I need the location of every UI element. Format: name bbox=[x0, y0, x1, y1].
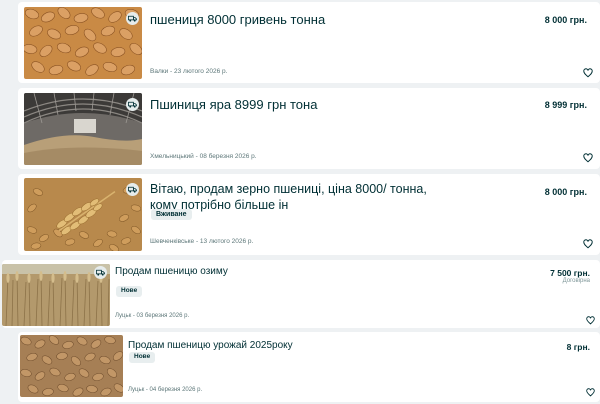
listing-location-date: Валки - 23 лютого 2026 р. bbox=[150, 68, 228, 75]
listing-title[interactable]: Продам пшеницю озиму bbox=[115, 266, 495, 279]
listing-location-date: Хмельницький - 08 березня 2026 р. bbox=[150, 153, 257, 160]
condition-badge: Нове bbox=[129, 352, 156, 363]
listing-card[interactable]: Пшиниця яра 8999 грн тона 8 999 грн. Хме… bbox=[18, 88, 600, 169]
heart-outline-icon[interactable] bbox=[583, 153, 593, 163]
listing-title[interactable]: Продам пшеницю урожай 2025року bbox=[128, 340, 508, 353]
truck-icon bbox=[94, 266, 107, 279]
truck-icon bbox=[126, 183, 139, 196]
truck-icon bbox=[126, 98, 139, 111]
listing-photo[interactable] bbox=[24, 7, 142, 79]
heart-outline-icon[interactable] bbox=[583, 239, 593, 249]
listing-card[interactable]: Продам пшеницю озиму 7 500 грн. Договірн… bbox=[2, 260, 600, 328]
listing-card[interactable]: Вітаю, продам зерно пшениці, ціна 8000/ … bbox=[18, 174, 600, 255]
listing-location-date: Шевченківське - 13 лютого 2026 р. bbox=[150, 238, 254, 245]
listing-price: 7 500 грн. bbox=[550, 268, 590, 278]
listing-price: 8 000 грн. bbox=[544, 15, 587, 25]
listing-card[interactable]: Продам пшеницю урожай 2025року 8 грн. Но… bbox=[18, 332, 600, 402]
listing-title[interactable]: Пшиниця яра 8999 грн тона bbox=[150, 97, 520, 113]
listing-photo[interactable] bbox=[24, 93, 142, 165]
condition-badge: Нове bbox=[116, 286, 143, 297]
condition-badge: Вживане bbox=[151, 209, 192, 220]
listing-title[interactable]: пшениця 8000 гривень тонна bbox=[150, 12, 520, 28]
heart-outline-icon[interactable] bbox=[586, 388, 595, 397]
listing-card[interactable]: пшениця 8000 гривень тонна 8 000 грн. Ва… bbox=[18, 2, 600, 83]
listing-price: 8 000 грн. bbox=[544, 187, 587, 197]
listing-title[interactable]: Вітаю, продам зерно пшениці, ціна 8000/ … bbox=[150, 182, 450, 213]
listing-photo[interactable] bbox=[24, 178, 142, 251]
listing-price: 8 999 грн. bbox=[544, 100, 587, 110]
listing-price: 8 грн. bbox=[566, 342, 590, 352]
listing-photo[interactable] bbox=[20, 335, 123, 397]
listing-location-date: Луцьк - 03 березня 2026 р. bbox=[115, 313, 190, 319]
listing-location-date: Луцьк - 04 березня 2026 р. bbox=[128, 387, 203, 393]
heart-outline-icon[interactable] bbox=[583, 68, 593, 78]
heart-outline-icon[interactable] bbox=[586, 316, 595, 325]
truck-icon bbox=[126, 12, 139, 25]
price-negotiable-label: Договірна bbox=[562, 278, 590, 284]
